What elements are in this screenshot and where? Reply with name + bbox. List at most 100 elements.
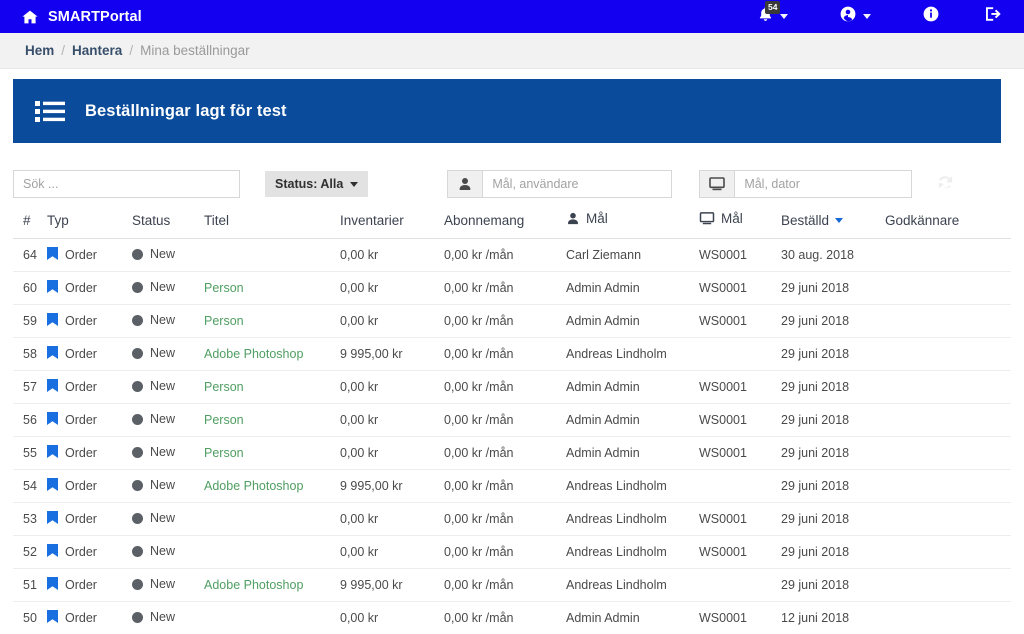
cell-inventarier: 0,00 kr [340,535,444,569]
cell-titel[interactable]: Adobe Photoshop [204,568,340,602]
cell-abonnemang: 0,00 kr /mån [444,568,566,602]
cell-titel[interactable]: Person [204,370,340,404]
search-input[interactable] [13,170,240,198]
cell-titel[interactable]: Person [204,271,340,305]
title-link[interactable]: Person [204,380,244,394]
breadcrumb-item-hantera[interactable]: Hantera [72,43,122,58]
orders-table-container: # Typ Status Titel Inventarier Abonneman… [0,205,1024,634]
title-link[interactable]: Adobe Photoshop [204,578,303,592]
cell-status-label: New [150,313,176,328]
computer-target-input[interactable] [734,170,913,198]
status-dot-icon [132,578,143,590]
table-row[interactable]: 64 Order New 0,00 kr 0,00 kr /mån Carl Zieman… [13,238,1011,272]
title-link[interactable]: Person [204,281,244,295]
cell-num: 50 [13,601,47,634]
table-row[interactable]: 57 Order New Person 0,00 kr 0,00 kr /mån Admin… [13,370,1011,404]
user-target-input[interactable] [482,170,673,198]
cell-status-label: New [150,379,176,394]
page-header-banner: Beställningar lagt för test [13,79,1001,143]
orders-table: # Typ Status Titel Inventarier Abonneman… [13,205,1011,634]
order-tag-icon [47,313,58,329]
cell-mal-computer: WS0001 [699,271,781,305]
cell-abonnemang: 0,00 kr /mån [444,370,566,404]
column-header-status[interactable]: Status [132,205,204,239]
cell-godkannare [885,337,1011,371]
notifications-menu[interactable]: 54 [750,0,796,33]
column-header-mal-user[interactable]: Mål [566,205,699,239]
cell-godkannare [885,469,1011,503]
cell-status: New [132,436,204,470]
refresh-button[interactable] [932,171,958,197]
column-header-titel[interactable]: Titel [204,205,340,239]
column-header-typ[interactable]: Typ [47,205,132,239]
cell-typ-label: Order [65,479,97,493]
column-header-num[interactable]: # [13,205,47,239]
breadcrumb-separator: / [61,43,66,58]
breadcrumb-separator: / [129,43,134,58]
breadcrumb: Hem / Hantera / Mina beställningar [0,33,1024,69]
user-icon [447,170,483,198]
order-tag-icon [47,346,58,362]
status-filter-dropdown[interactable]: Status: Alla [265,171,369,197]
title-link[interactable]: Person [204,446,244,460]
table-row[interactable]: 59 Order New Person 0,00 kr 0,00 kr /mån Admin… [13,304,1011,338]
table-row[interactable]: 58 Order New Adobe Photoshop 9 995,00 kr 0,00… [13,337,1011,371]
cell-num: 58 [13,337,47,371]
info-button[interactable] [915,0,947,33]
table-row[interactable]: 50 Order New 0,00 kr 0,00 kr /mån Admin Admin… [13,601,1011,634]
title-link[interactable]: Person [204,314,244,328]
cell-mal-user: Admin Admin [566,403,699,437]
cell-titel[interactable]: Adobe Photoshop [204,469,340,503]
cell-titel[interactable]: Person [204,403,340,437]
column-header-abonnemang[interactable]: Abonnemang [444,205,566,239]
table-row[interactable]: 60 Order New Person 0,00 kr 0,00 kr /mån Admin… [13,271,1011,305]
cell-status: New [132,502,204,536]
title-link[interactable]: Person [204,413,244,427]
cell-abonnemang: 0,00 kr /mån [444,304,566,338]
order-tag-icon [47,610,58,626]
filter-toolbar: Status: Alla [0,143,1024,205]
status-dot-icon [132,611,143,623]
breadcrumb-item-hem[interactable]: Hem [25,43,54,58]
cell-mal-computer: WS0001 [699,370,781,404]
table-row[interactable]: 54 Order New Adobe Photoshop 9 995,00 kr 0,00… [13,469,1011,503]
cell-typ-label: Order [65,611,97,625]
account-menu[interactable] [832,0,879,33]
cell-typ-label: Order [65,314,97,328]
cell-abonnemang: 0,00 kr /mån [444,337,566,371]
brand-home-link[interactable]: SMARTPortal [22,9,142,25]
cell-titel[interactable]: Person [204,304,340,338]
title-link[interactable]: Adobe Photoshop [204,347,303,361]
logout-button[interactable] [977,0,1010,33]
table-row[interactable]: 51 Order New Adobe Photoshop 9 995,00 kr 0,00… [13,568,1011,602]
cell-status-label: New [150,478,176,493]
cell-inventarier: 9 995,00 kr [340,337,444,371]
column-header-inventarier[interactable]: Inventarier [340,205,444,239]
cell-mal-computer: WS0001 [699,436,781,470]
cell-mal-user: Admin Admin [566,601,699,634]
cell-status: New [132,535,204,569]
table-row[interactable]: 56 Order New Person 0,00 kr 0,00 kr /mån Admin… [13,403,1011,437]
table-row[interactable]: 53 Order New 0,00 kr 0,00 kr /mån Andreas Lin… [13,502,1011,536]
column-header-godkannare[interactable]: Godkännare [885,205,1011,239]
cell-num: 53 [13,502,47,536]
title-link[interactable]: Adobe Photoshop [204,479,303,493]
cell-godkannare [885,304,1011,338]
cell-typ-label: Order [65,512,97,526]
order-tag-icon [47,280,58,296]
cell-status: New [132,304,204,338]
cell-status: New [132,403,204,437]
column-header-mal-computer[interactable]: Mål [699,205,781,239]
cell-inventarier: 0,00 kr [340,436,444,470]
table-row[interactable]: 52 Order New 0,00 kr 0,00 kr /mån Andreas Lin… [13,535,1011,569]
order-tag-icon [47,247,58,263]
cell-status-label: New [150,511,176,526]
home-icon [22,10,38,24]
cell-titel[interactable]: Person [204,436,340,470]
column-header-bestalld[interactable]: Beställd [781,205,885,239]
cell-titel[interactable]: Adobe Photoshop [204,337,340,371]
cell-bestalld: 29 juni 2018 [781,469,885,503]
cell-typ-label: Order [65,248,97,262]
column-header-mal-user-label: Mål [586,211,608,226]
table-row[interactable]: 55 Order New Person 0,00 kr 0,00 kr /mån Admin… [13,436,1011,470]
